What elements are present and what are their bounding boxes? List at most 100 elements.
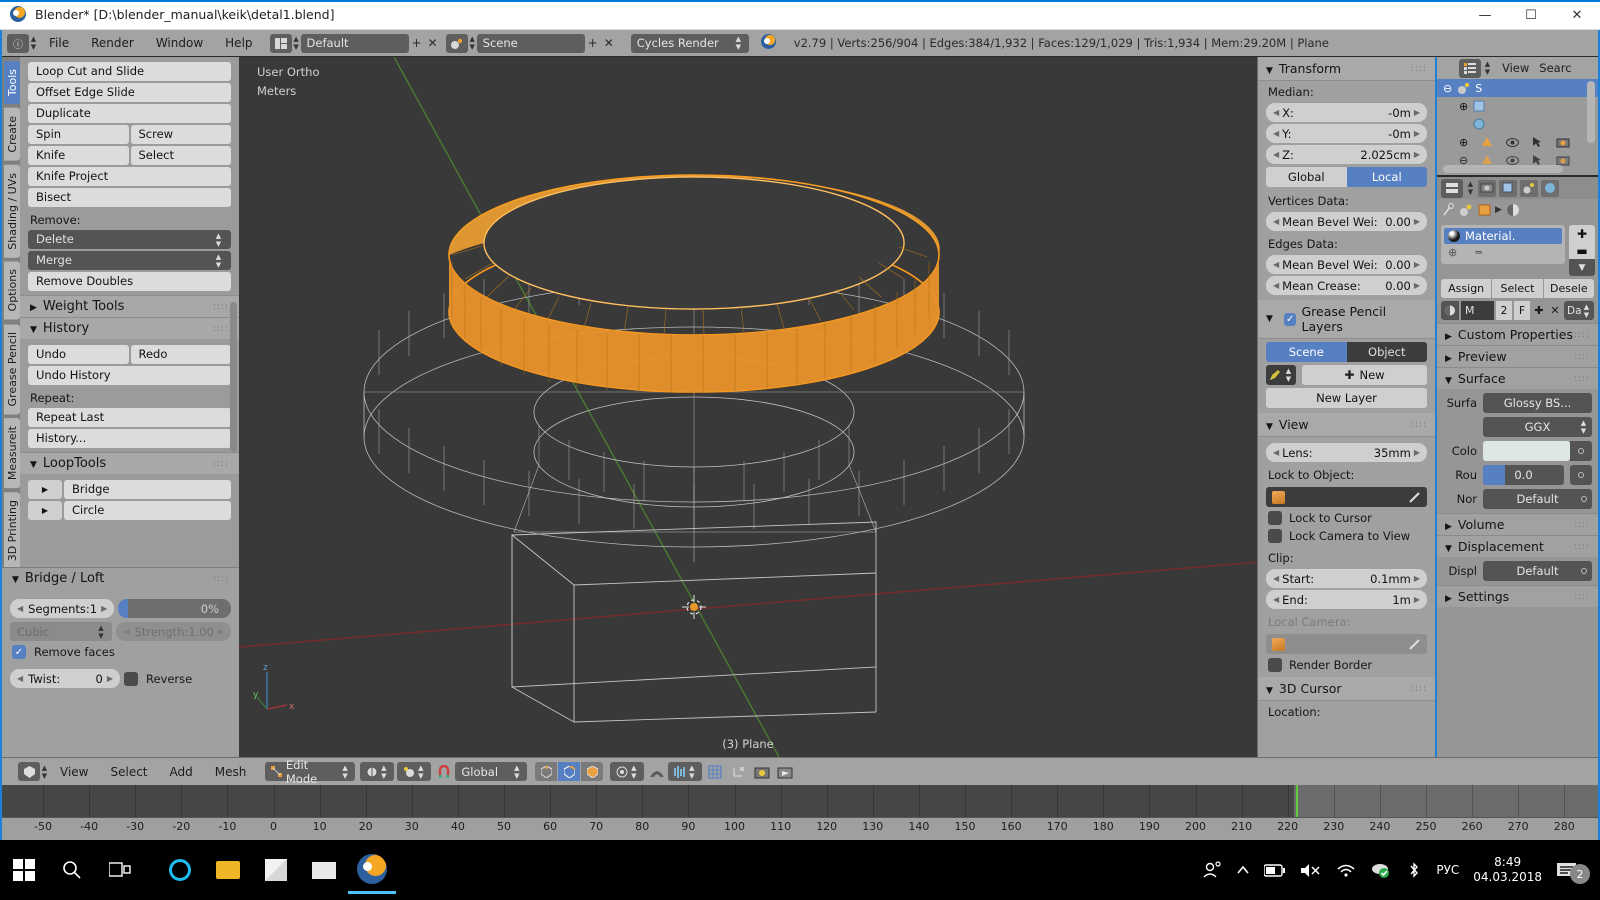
timeline-track[interactable] [2,785,1598,817]
deselect-button[interactable]: Desele [1543,279,1594,298]
median-x-right-arrow-icon[interactable]: ▶ [1414,108,1420,117]
material-unlink-icon[interactable]: ✕ [1548,301,1562,320]
tab-modifiers-icon[interactable] [1477,203,1492,217]
distribution-select[interactable]: GGX ▲ ▼ [1483,417,1592,437]
panel-transform-header[interactable]: ▼ Transform :::: [1258,57,1435,81]
taskbar-app-mail[interactable] [300,846,348,894]
lock-camera-checkbox[interactable] [1268,529,1282,543]
clip-start-field[interactable]: ◀ Start: 0.1mm ▶ [1266,569,1427,588]
lens-right-arrow-icon[interactable]: ▶ [1414,448,1420,457]
assign-button[interactable]: Assign [1441,279,1492,298]
snap-to-grid-icon[interactable] [708,764,723,779]
render-border-checkbox[interactable] [1268,658,1282,672]
delete-scene-button[interactable]: ✕ [601,36,617,50]
material-new-icon[interactable]: ✚ [1532,301,1546,320]
face-select-mode-button[interactable] [581,762,604,781]
editor-type-chevron-icon[interactable]: ▲ ▼ [29,35,38,51]
tab-measureit[interactable]: Measureit [4,418,20,489]
clock[interactable]: 8:49 04.03.2018 [1473,855,1542,885]
timeline-ruler[interactable]: -50 -40 -30 -20 -10 0 10 20 30 40 50 60 70 80 90 100 110… [2,817,1598,840]
select-button[interactable]: Select [1492,279,1543,298]
edge-bevel-left-arrow-icon[interactable]: ◀ [1273,260,1279,269]
button-loop-cut-and-slide[interactable]: Loop Cut and Slide [28,62,231,81]
material-slot-list[interactable]: Material. ⊕ ═ [1441,225,1565,264]
properties-type-chevron-icon[interactable]: ▲ ▼ [1466,180,1475,196]
delete-layout-button[interactable]: ✕ [425,36,441,50]
timeline-playhead[interactable] [1296,785,1298,817]
properties-type-icon[interactable] [1441,178,1463,198]
button-remove-doubles[interactable]: Remove Doubles [28,272,231,291]
edge-mean-crease-field[interactable]: ◀ Mean Crease: 0.00 ▶ [1266,276,1427,295]
edge-mean-bevel-field[interactable]: ◀ Mean Bevel Wei: 0.00 ▶ [1266,255,1427,274]
battery-icon[interactable] [1264,863,1286,877]
looptools-circle-row[interactable]: ▶ Circle [28,501,231,520]
median-z-field[interactable]: ◀ Z: 2.025cm ▶ [1266,145,1427,164]
lens-left-arrow-icon[interactable]: ◀ [1273,448,1279,457]
lock-to-cursor-row[interactable]: Lock to Cursor [1268,511,1425,525]
button-offset-edge-slide[interactable]: Offset Edge Slide [28,83,231,102]
reverse-checkbox[interactable] [124,671,138,686]
gp-new-layer-button[interactable]: New Layer [1266,388,1427,408]
outliner-expand-icon-2[interactable]: ⊕ [1459,136,1468,149]
lock-to-object-field[interactable] [1266,487,1427,507]
clip-end-field[interactable]: ◀ End: 1m ▶ [1266,590,1427,609]
outliner-row-child-3[interactable]: ⊕ [1437,133,1598,151]
screen-layout-chevron-icon[interactable]: ▲ ▼ [292,35,301,51]
bluetooth-icon[interactable] [1406,861,1422,879]
section-custom-properties[interactable]: ▶ Custom Properties :::: [1437,323,1598,345]
gp-new-button[interactable]: ✚ New [1302,365,1427,385]
panel-history[interactable]: ▼ History :::: [20,317,239,339]
button-spin[interactable]: Spin [28,125,129,144]
panel-view-header[interactable]: ▼ View :::: [1258,413,1435,437]
viewport-menu-mesh[interactable]: Mesh [204,761,258,783]
volume-muted-icon[interactable] [1300,863,1322,878]
median-x-left-arrow-icon[interactable]: ◀ [1273,108,1279,117]
3d-viewport[interactable]: User Ortho Meters z y x (3) Plane [239,57,1257,757]
button-knife[interactable]: Knife [28,146,129,165]
material-slot-item[interactable]: Material. [1444,228,1562,244]
maximize-button[interactable]: ☐ [1508,0,1554,30]
local-camera-field[interactable] [1266,634,1427,654]
lock-to-cursor-checkbox[interactable] [1268,511,1282,525]
notifications-button[interactable]: 2 [1556,856,1590,884]
viewport-menu-select[interactable]: Select [99,761,158,783]
search-icon[interactable] [48,846,96,894]
taskbar-app-store[interactable] [252,846,300,894]
button-delete[interactable]: Delete ▲ ▼ [28,230,231,249]
edge-bevel-right-arrow-icon[interactable]: ▶ [1414,260,1420,269]
lens-field[interactable]: ◀ Lens: 35mm ▶ [1266,443,1427,462]
circle-expand-icon[interactable]: ▶ [28,501,62,520]
section-settings[interactable]: ▶ Settings :::: [1437,585,1598,607]
median-x-field[interactable]: ◀ X: -0m ▶ [1266,103,1427,122]
add-layout-button[interactable]: + [409,36,425,50]
section-surface[interactable]: ▼ Surface :::: [1437,367,1598,389]
vertex-mean-bevel-field[interactable]: ◀ Mean Bevel Wei: 0.00 ▶ [1266,212,1427,231]
color-swatch[interactable] [1483,441,1570,461]
tab-options[interactable]: Options [4,261,20,320]
remove-faces-checkbox[interactable]: ✓ [12,645,26,659]
button-merge[interactable]: Merge ▲ ▼ [28,251,231,270]
render-opengl-icon[interactable] [777,765,794,779]
tab-world[interactable] [1541,179,1559,197]
median-z-right-arrow-icon[interactable]: ▶ [1414,150,1420,159]
operator-panel-header[interactable]: ▼ Bridge / Loft :::: [2,568,239,589]
strength-right-arrow-icon[interactable]: ▶ [218,627,224,636]
segments-left-arrow-icon[interactable]: ◀ [17,604,23,613]
clip-start-right-arrow-icon[interactable]: ▶ [1414,574,1420,583]
render-border-row[interactable]: Render Border [1268,658,1425,672]
tab-material-icon[interactable] [1505,203,1521,217]
limit-selection-to-visible-icon[interactable] [650,765,664,779]
menu-help[interactable]: Help [214,32,263,54]
surface-shader-select[interactable]: Glossy BS... [1483,393,1592,413]
gp-brush-icon[interactable]: ▲ ▼ [1266,365,1296,385]
task-view-icon[interactable] [96,846,144,894]
start-button[interactable] [0,846,48,894]
twist-left-arrow-icon[interactable]: ◀ [17,674,23,683]
menu-render[interactable]: Render [80,32,145,54]
proportional-edit-select[interactable]: ▲ ▼ [610,762,645,781]
button-undo-history[interactable]: Undo History [28,366,231,385]
material-specials-chevron-icon[interactable]: ▼ [1569,259,1595,276]
show-hidden-icons-chevron-up-icon[interactable] [1236,864,1250,876]
bridge-expand-icon[interactable]: ▶ [28,480,62,499]
looptools-circle-label[interactable]: Circle [64,501,231,520]
